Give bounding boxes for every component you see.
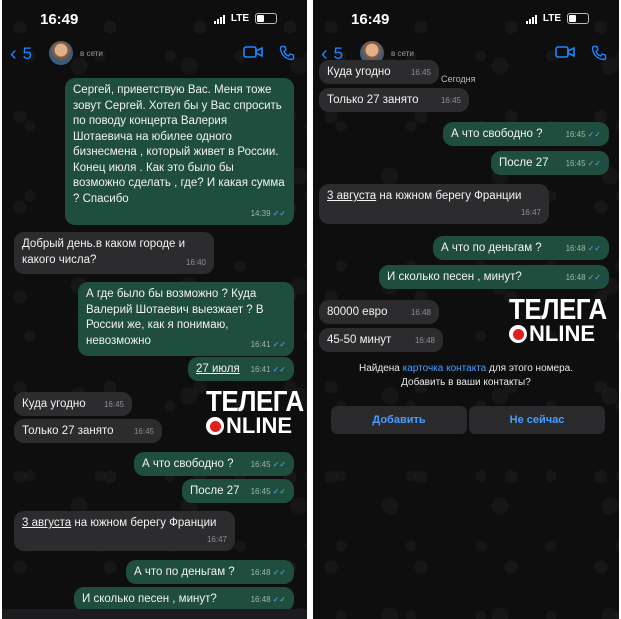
video-call-icon[interactable] [243, 45, 263, 58]
back-button[interactable]: ‹ 5 [10, 44, 32, 64]
message-out: 27 июля 16:41 ✓✓ [188, 357, 294, 381]
back-count: 5 [22, 44, 33, 63]
message-in: Только 27 занято 16:45 [319, 88, 469, 112]
avatar[interactable] [49, 41, 73, 65]
not-now-button[interactable]: Не сейчас [469, 406, 605, 434]
message-list[interactable]: Куда угодно 16:45 Сегодня Только 27 заня… [313, 60, 619, 619]
read-ticks-icon: ✓✓ [272, 486, 286, 496]
battery-icon [567, 13, 589, 24]
message-out: А что по деньгам ? 16:48 ✓✓ [126, 560, 294, 584]
message-in: 3 августа на южном берегу Франции 16:47 [14, 511, 235, 551]
signal-icon [525, 14, 537, 24]
read-ticks-icon: ✓✓ [587, 129, 601, 139]
status-time: 16:49 [351, 11, 390, 28]
message-in: 45-50 минут 16:48 [319, 328, 443, 352]
phone-call-icon[interactable] [591, 45, 607, 61]
read-ticks-icon: ✓✓ [587, 158, 601, 168]
add-contact-prompt: Найдена карточка контакта для этого номе… [359, 363, 573, 388]
message-in: Только 27 занято 16:45 [14, 419, 162, 443]
telega-online-logo: ТЕЛЕГА NLINE [206, 384, 304, 438]
contact-card-link[interactable]: карточка контакта [403, 363, 487, 374]
battery-icon [255, 13, 277, 24]
message-in: 80000 евро 16:48 [319, 300, 439, 324]
read-ticks-icon: ✓✓ [272, 594, 286, 604]
chevron-left-icon: ‹ [10, 43, 17, 65]
read-ticks-icon: ✓✓ [587, 243, 601, 253]
message-out: А что свободно ? 16:45 ✓✓ [134, 452, 294, 476]
message-out: А где было бы возможно ? Куда Валерий Шо… [78, 282, 294, 356]
message-in: 3 августа на южном берегу Франции 16:47 [319, 184, 549, 224]
message-list[interactable]: Сергей, приветствую Вас. Меня тоже зовут… [2, 74, 307, 619]
read-ticks-icon: ✓✓ [272, 567, 286, 577]
message-out: Сергей, приветствую Вас. Меня тоже зовут… [65, 78, 294, 225]
add-contact-button[interactable]: Добавить [331, 406, 467, 434]
chat-screen-left: 16:49 LTE ‹ 5 в сети Сергей, приветствую… [2, 0, 307, 619]
record-icon [509, 325, 527, 343]
message-out: А что свободно ? 16:45 ✓✓ [443, 122, 609, 146]
message-in: Куда угодно 16:45 [319, 60, 439, 84]
status-bar: 16:49 LTE [313, 0, 619, 36]
chat-header: ‹ 5 в сети [2, 36, 307, 74]
presence-status: в сети [80, 49, 103, 58]
read-ticks-icon: ✓✓ [272, 208, 286, 218]
presence-status: в сети [391, 49, 414, 58]
phone-call-icon[interactable] [279, 45, 295, 61]
read-ticks-icon: ✓✓ [272, 364, 286, 374]
video-call-icon[interactable] [555, 45, 575, 58]
signal-icon [213, 14, 225, 24]
record-icon [206, 417, 224, 435]
read-ticks-icon: ✓✓ [272, 459, 286, 469]
date-chip: Сегодня [441, 74, 476, 84]
network-label: LTE [230, 13, 249, 24]
status-time: 16:49 [40, 11, 79, 28]
message-out: И сколько песен , минут? 16:48 ✓✓ [74, 587, 294, 611]
message-in: Добрый день.в каком городе и какого числ… [14, 232, 214, 274]
message-in: Куда угодно 16:45 [14, 392, 132, 416]
status-bar: 16:49 LTE [2, 0, 307, 36]
read-ticks-icon: ✓✓ [587, 272, 601, 282]
read-ticks-icon: ✓✓ [272, 339, 286, 349]
message-out: После 27 16:45 ✓✓ [182, 479, 294, 503]
message-out: После 27 16:45 ✓✓ [491, 151, 609, 175]
telega-online-logo: ТЕЛЕГА NLINE [509, 292, 607, 346]
input-bar[interactable] [2, 609, 307, 619]
network-label: LTE [542, 13, 561, 24]
message-out: И сколько песен , минут? 16:48 ✓✓ [379, 265, 609, 289]
message-out: А что по деньгам ? 16:48 ✓✓ [433, 236, 609, 260]
chat-screen-right: 16:49 LTE ‹ 5 в сети Куда угодно 16:45 С… [313, 0, 619, 619]
